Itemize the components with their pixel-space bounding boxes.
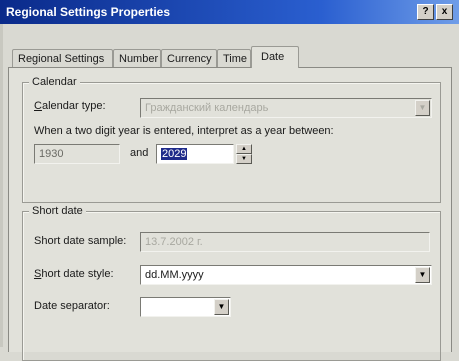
window-frame: [0, 24, 3, 347]
short-date-style-value: dd.MM.yyyy: [145, 269, 204, 281]
chevron-down-icon[interactable]: ▼: [415, 267, 430, 283]
help-button[interactable]: ?: [417, 4, 434, 20]
year-spinner[interactable]: ▲ ▼: [236, 144, 252, 164]
tab-label: Regional Settings: [18, 53, 105, 65]
date-separator-label: Date separator:: [34, 300, 110, 312]
calendar-type-label: Calendar type:: [34, 100, 106, 112]
short-date-style-label-text: Short date style:: [34, 268, 114, 280]
tab-label: Date: [261, 51, 285, 63]
short-date-group-label: Short date: [29, 205, 86, 217]
calendar-group-label: Calendar: [29, 76, 80, 88]
short-date-sample-value: 13.7.2002 г.: [145, 236, 203, 248]
tab-label: Number: [119, 53, 159, 65]
chevron-down-icon[interactable]: ▼: [415, 100, 430, 116]
calendar-group: Calendar Calendar type: Гражданский кале…: [22, 76, 441, 203]
tab-label: Currency: [167, 53, 212, 65]
calendar-type-value: Гражданский календарь: [145, 102, 269, 114]
short-date-style-label: Short date style:: [34, 268, 114, 280]
tab-currency[interactable]: Currency: [161, 49, 217, 67]
tab-regional-settings[interactable]: Regional Settings: [12, 49, 113, 67]
short-date-sample-field: 13.7.2002 г.: [140, 232, 430, 252]
short-date-style-dropdown[interactable]: dd.MM.yyyy ▼: [140, 265, 432, 285]
short-date-group: Short date Short date sample: 13.7.2002 …: [22, 205, 441, 361]
two-digit-year-text: When a two digit year is entered, interp…: [34, 125, 334, 137]
arrow-up-icon[interactable]: ▲: [236, 144, 252, 154]
close-button[interactable]: x: [436, 4, 453, 20]
and-label: and: [130, 147, 149, 159]
tab-panel-date: Calendar Calendar type: Гражданский кале…: [8, 67, 452, 361]
short-date-sample-label: Short date sample:: [34, 235, 127, 247]
year-from-value: 1930: [39, 148, 64, 160]
date-separator-dropdown[interactable]: ▼: [140, 297, 231, 317]
tab-label: Time: [223, 53, 248, 65]
year-to-value: 2029: [161, 148, 188, 160]
tab-number[interactable]: Number: [113, 49, 161, 67]
calendar-type-label-text: Calendar type:: [34, 100, 106, 112]
chevron-down-icon[interactable]: ▼: [214, 299, 229, 315]
calendar-type-dropdown[interactable]: Гражданский календарь ▼: [140, 98, 432, 118]
arrow-down-icon[interactable]: ▼: [236, 154, 252, 164]
tab-date[interactable]: Date: [251, 46, 299, 68]
title-bar: Regional Settings Properties ? x: [0, 0, 459, 24]
year-from-field: 1930: [34, 144, 120, 164]
tab-time[interactable]: Time: [217, 49, 251, 67]
window-title: Regional Settings Properties: [6, 5, 171, 19]
year-to-field[interactable]: 2029: [156, 144, 234, 164]
